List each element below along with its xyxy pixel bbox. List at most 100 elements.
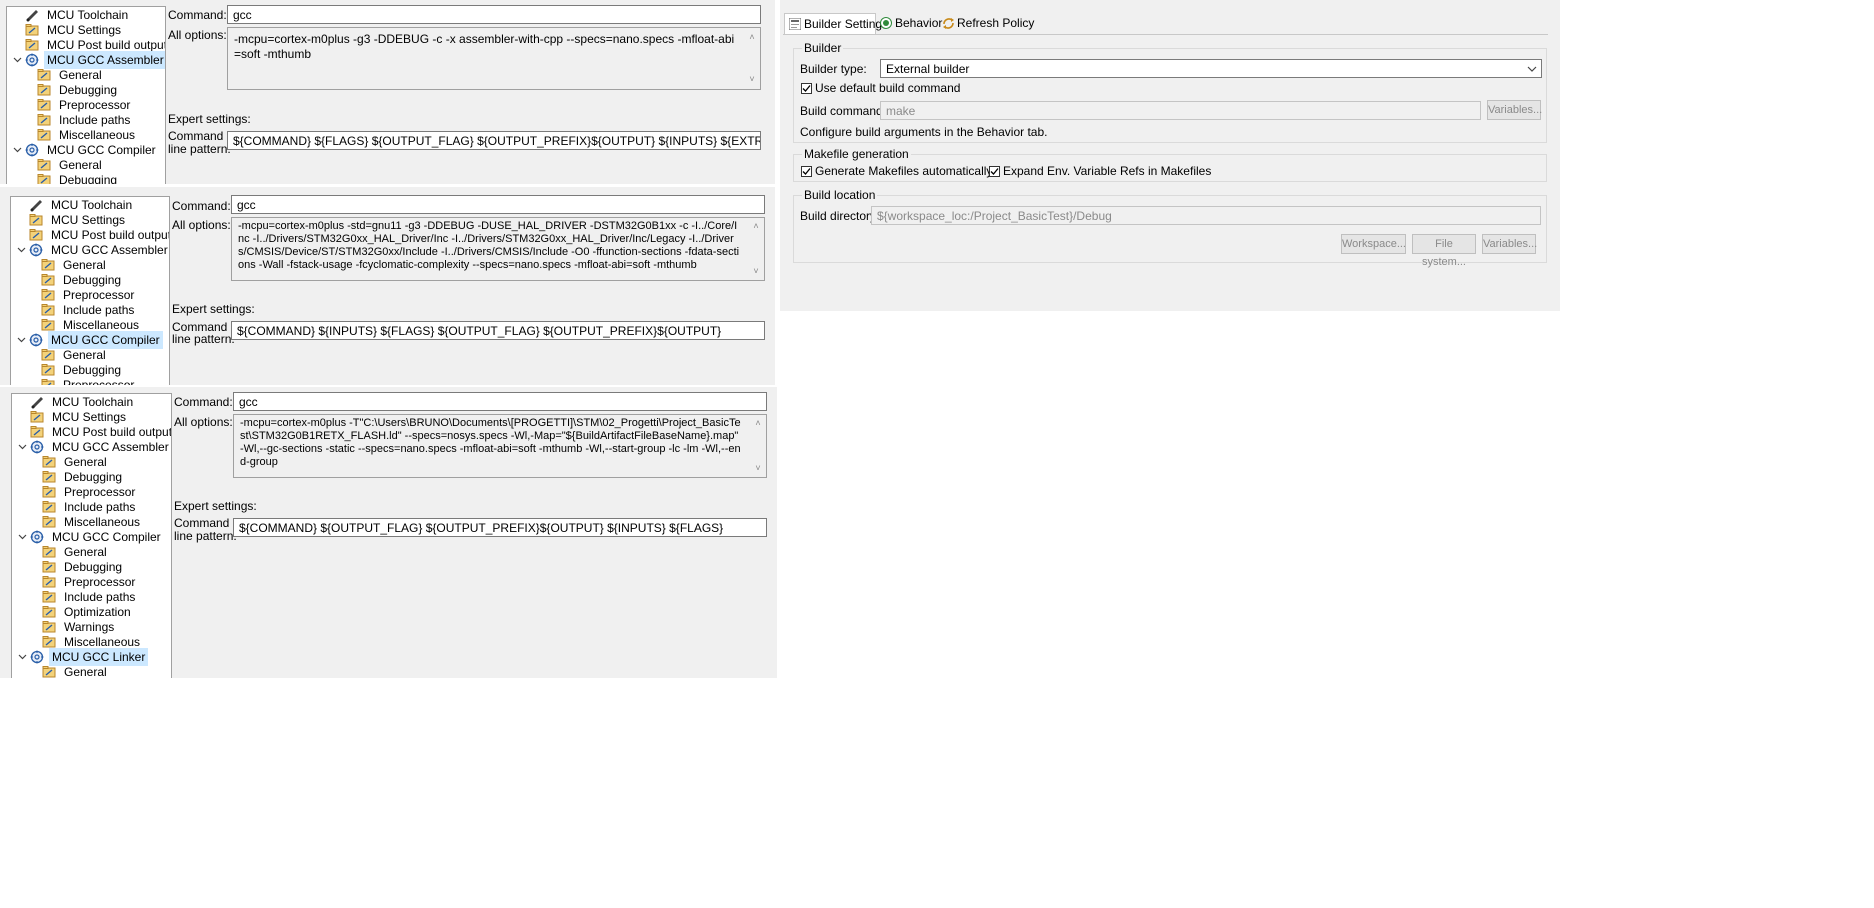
all-options-text: -mcpu=cortex-m0plus -g3 -DDEBUG -c -x as… [234, 32, 735, 61]
tree-item-label: Preprocessor [63, 378, 135, 385]
chevron-down-icon[interactable] [16, 648, 28, 667]
tool-settings-panel-linker: MCU Toolchain MCU Settings MCU Post build … [0, 387, 777, 678]
builder-type-value: External builder [886, 62, 970, 76]
option-category-icon [42, 515, 56, 529]
checkmark-icon [802, 168, 811, 175]
command-line-pattern-field[interactable]: ${COMMAND} ${INPUTS} ${FLAGS} ${OUTPUT_F… [231, 321, 765, 340]
builder-type-select[interactable]: External builder [880, 59, 1542, 78]
option-category-icon [30, 425, 44, 439]
all-options-text: -mcpu=cortex-m0plus -std=gnu11 -g3 -DDEB… [238, 220, 740, 271]
build-directory-field[interactable]: ${workspace_loc:/Project_BasicTest}/Debu… [871, 206, 1541, 225]
tree-item-label: Debugging [59, 173, 118, 184]
scroll-down-icon[interactable]: ˅ [747, 72, 757, 87]
command-field[interactable]: gcc [231, 195, 765, 214]
chevron-down-icon[interactable] [15, 241, 27, 260]
command-line-label-2: line pattern: [168, 142, 231, 156]
scroll-down-icon[interactable]: ˅ [751, 265, 761, 278]
option-category-icon [37, 158, 51, 172]
tool-settings-panel-compiler: MCU Toolchain MCU Settings MCU Post build … [0, 187, 775, 385]
chevron-down-icon[interactable] [11, 51, 23, 70]
configure-note: Configure build arguments in the Behavio… [800, 125, 1048, 139]
chevron-down-icon [1527, 66, 1537, 72]
tool-settings-panel-assembler: MCU Toolchain MCU Settings MCU Post build … [0, 0, 775, 184]
builder-settings-tab-icon [789, 18, 801, 30]
scroll-up-icon[interactable]: ˄ [751, 220, 761, 233]
command-label: Command: [168, 8, 227, 22]
all-options-textarea[interactable]: -mcpu=cortex-m0plus -T"C:\Users\BRUNO\Do… [233, 414, 767, 478]
option-category-icon [42, 665, 56, 678]
expand-env-checkbox[interactable] [989, 166, 1000, 177]
settings-tree: MCU Toolchain MCU Settings MCU Post build … [6, 6, 166, 184]
scroll-up-icon[interactable]: ˄ [747, 30, 757, 45]
workspace-button[interactable]: Workspace... [1341, 234, 1406, 254]
generate-makefiles-checkbox[interactable] [801, 166, 812, 177]
variables-button[interactable]: Variables... [1487, 100, 1542, 120]
option-category-icon [25, 23, 39, 37]
tab-behavior[interactable]: Behavior [878, 13, 942, 33]
all-options-textarea[interactable]: -mcpu=cortex-m0plus -g3 -DDEBUG -c -x as… [227, 27, 761, 90]
use-default-checkbox[interactable] [801, 83, 812, 94]
use-default-label: Use default build command [815, 81, 961, 95]
toolchain-icon [30, 395, 44, 409]
tab-label: Behavior [895, 16, 943, 30]
build-directory-label: Build directory: [800, 209, 880, 223]
tab-label: Builder Settings [804, 17, 889, 31]
all-options-label: All options: [172, 218, 231, 232]
option-category-icon [42, 620, 56, 634]
option-category-icon [42, 560, 56, 574]
chevron-down-icon[interactable] [16, 528, 28, 547]
checkmark-icon [990, 168, 999, 175]
chevron-down-icon[interactable] [11, 141, 23, 160]
command-line-pattern-field[interactable]: ${COMMAND} ${FLAGS} ${OUTPUT_FLAG} ${OUT… [227, 131, 761, 150]
tab-builder-settings[interactable]: Builder Settings [784, 13, 888, 34]
expert-settings-label: Expert settings: [168, 112, 251, 126]
build-command-field[interactable]: make [880, 101, 1481, 120]
all-options-textarea[interactable]: -mcpu=cortex-m0plus -std=gnu11 -g3 -DDEB… [231, 217, 765, 281]
expert-settings-label: Expert settings: [172, 302, 255, 316]
makefile-generation-group: Makefile generation Generate Makefiles a… [793, 147, 1547, 182]
expand-env-label: Expand Env. Variable Refs in Makefiles [1003, 164, 1212, 178]
tool-gear-icon [30, 530, 44, 544]
tab-content: Builder Builder type: External builder U… [783, 34, 1548, 311]
settings-tree: MCU Toolchain MCU Settings MCU Post build … [11, 393, 172, 678]
tab-refresh-policy[interactable]: Refresh Policy [940, 13, 1040, 33]
chevron-down-icon[interactable] [16, 438, 28, 457]
command-field[interactable]: gcc [227, 5, 761, 24]
variables-button-2[interactable]: Variables... [1482, 234, 1537, 254]
option-category-icon [41, 303, 55, 317]
generate-makefiles-label: Generate Makefiles automatically [815, 164, 993, 178]
option-category-icon [37, 113, 51, 127]
tool-gear-icon [29, 243, 43, 257]
command-line-label-1: Command [168, 129, 224, 143]
option-category-icon [25, 38, 39, 52]
makefile-group-title: Makefile generation [802, 147, 911, 161]
tool-gear-icon [25, 143, 39, 157]
command-label: Command: [174, 395, 233, 409]
toolchain-icon [25, 8, 39, 22]
builder-group: Builder Builder type: External builder U… [793, 41, 1547, 143]
option-category-icon [42, 455, 56, 469]
scroll-down-icon[interactable]: ˅ [753, 462, 763, 475]
refresh-tab-icon [943, 18, 954, 29]
all-options-text: -mcpu=cortex-m0plus -T"C:\Users\BRUNO\Do… [240, 417, 741, 468]
command-line-pattern-field[interactable]: ${COMMAND} ${OUTPUT_FLAG} ${OUTPUT_PREFI… [233, 518, 767, 537]
scroll-up-icon[interactable]: ˄ [753, 417, 763, 430]
build-location-group: Build location Build directory: ${worksp… [793, 188, 1547, 268]
option-category-icon [37, 173, 51, 184]
chevron-down-icon[interactable] [15, 331, 27, 350]
checkmark-icon [802, 85, 811, 92]
builder-group-title: Builder [802, 41, 844, 55]
option-category-icon [29, 213, 43, 227]
command-line-label-2: line pattern: [174, 529, 237, 543]
option-category-icon [41, 378, 55, 385]
command-field[interactable]: gcc [233, 392, 767, 411]
builder-type-label: Builder type: [800, 62, 867, 76]
command-line-label-2: line pattern: [172, 332, 235, 346]
option-category-icon [41, 318, 55, 332]
behavior-tab-icon [880, 17, 892, 29]
file-system-button[interactable]: File system... [1412, 234, 1476, 268]
option-category-icon [42, 545, 56, 559]
option-category-icon [41, 288, 55, 302]
tool-gear-icon [30, 440, 44, 454]
toolchain-icon [29, 198, 43, 212]
